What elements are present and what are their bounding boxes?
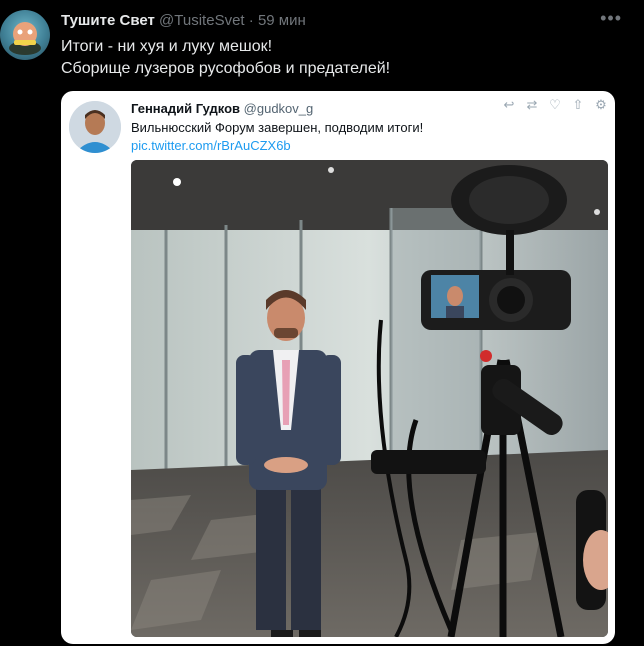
author-avatar[interactable] [0, 10, 50, 60]
quoted-actions: ↩ ⇄ ♡ ⇧ ⚙ [501, 97, 609, 113]
quoted-avatar-image [69, 101, 121, 153]
quoted-header: Геннадий Гудков @gudkov_g [131, 101, 313, 116]
reply-icon[interactable]: ↩ [501, 97, 517, 113]
photo-illustration [131, 160, 608, 637]
tweet-text-line: Итоги - ни хуя и луку мешок! [61, 38, 273, 55]
quoted-author-handle[interactable]: @gudkov_g [244, 101, 314, 116]
tweet-text-line: Сборище лузеров русофобов и предателей! [61, 60, 391, 77]
header-separator: · [248, 12, 254, 29]
quoted-author-name[interactable]: Геннадий Гудков [131, 101, 240, 116]
more-options-icon[interactable]: ••• [600, 8, 622, 29]
author-handle[interactable]: @TusiteSvet [159, 12, 245, 29]
share-icon[interactable]: ⇧ [570, 97, 586, 113]
tweet-text: Итоги - ни хуя и луку мешок! Сборище луз… [61, 36, 390, 80]
tweet-time[interactable]: 59 мин [258, 12, 306, 29]
settings-icon[interactable]: ⚙ [593, 97, 609, 113]
quoted-media-photo[interactable] [131, 160, 608, 637]
quoted-text: Вильнюсский Форум завершен, подводим ито… [131, 120, 424, 135]
quoted-text-block: Вильнюсский Форум завершен, подводим ито… [131, 119, 423, 155]
author-name[interactable]: Тушите Свет [61, 12, 155, 29]
quoted-tweet-card[interactable]: Геннадий Гудков @gudkov_g ↩ ⇄ ♡ ⇧ ⚙ Виль… [61, 91, 615, 644]
quoted-author-avatar[interactable] [69, 101, 121, 153]
quoted-media-link[interactable]: pic.twitter.com/rBrAuCZX6b [131, 137, 423, 155]
tweet-header: Тушите Свет @TusiteSvet · 59 мин [61, 12, 306, 29]
like-icon[interactable]: ♡ [547, 97, 563, 113]
retweet-icon[interactable]: ⇄ [524, 97, 540, 113]
avatar-image [9, 22, 41, 55]
